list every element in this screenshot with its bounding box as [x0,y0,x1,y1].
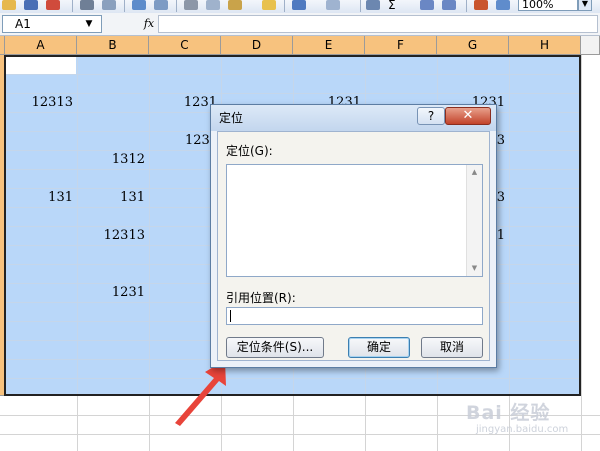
chevron-down-icon[interactable]: ▼ [578,0,592,11]
insert-function-icon[interactable]: fx [140,15,158,33]
watermark: Bai 经验 jingyan.baidu.com [466,398,596,448]
open-icon[interactable] [2,0,16,10]
listbox-scrollbar[interactable]: ▲ ▼ [466,165,482,276]
research-icon[interactable] [154,0,168,10]
column-header-c[interactable]: C [149,36,221,55]
cut-icon[interactable] [184,0,198,10]
drawing-icon[interactable] [496,0,510,10]
grid-column-line [365,396,366,451]
toolbar-separator [176,0,177,12]
dialog-titlebar[interactable]: 定位 ? ✕ [211,105,496,131]
grid-column-line [581,55,582,396]
close-button[interactable]: ✕ [445,107,491,125]
sort-ascending-icon[interactable] [420,0,434,10]
reference-input[interactable] [226,307,483,325]
column-header-f[interactable]: F [365,36,437,55]
formula-input[interactable] [158,15,598,33]
special-button[interactable]: 定位条件(S)... [226,337,324,358]
grid-column-line [221,396,222,451]
column-header-d[interactable]: D [221,36,293,55]
watermark-url: jingyan.baidu.com [476,424,569,435]
toolbar-separator [360,0,361,12]
grid-column-line [293,396,294,451]
dialog-title: 定位 [219,111,244,125]
grid-column-line [437,396,438,451]
column-header-i[interactable] [581,36,600,55]
grid-column-line [77,396,78,451]
column-header-e[interactable]: E [293,36,365,55]
text-caret [230,310,231,322]
dialog-body: 定位(G): ▲ ▼ 引用位置(R): 定位条件(S)... 确定 取消 [217,131,490,361]
column-header-a[interactable]: A [5,36,77,55]
toolbar-separator [124,0,125,12]
column-header-h[interactable]: H [509,36,581,55]
toolbar-separator [284,0,285,12]
column-header-b[interactable]: B [77,36,149,55]
toolbar-separator [72,0,73,12]
hyperlink-icon[interactable] [366,0,380,10]
grid-column-line [149,396,150,451]
toolbar-separator [466,0,467,12]
zoom-combobox[interactable]: 100% [518,0,578,11]
undo-icon[interactable] [292,0,306,10]
column-header-g[interactable]: G [437,36,509,55]
standard-toolbar: Σ 100% ▼ [0,0,600,14]
autosum-icon[interactable]: Σ [388,0,402,11]
permission-icon[interactable] [46,0,60,10]
spelling-icon[interactable] [132,0,146,10]
redo-icon[interactable] [326,0,340,10]
name-box-dropdown-icon[interactable]: ▼ [78,16,100,32]
help-button[interactable]: ? [417,107,445,125]
formula-bar: A1 ▼ fx [0,13,600,36]
watermark-brand: Bai 经验 [466,402,551,424]
save-icon[interactable] [24,0,38,10]
paste-icon[interactable] [228,0,242,10]
print-icon[interactable] [80,0,94,10]
goto-listbox[interactable]: ▲ ▼ [226,164,483,277]
ok-button[interactable]: 确定 [348,337,410,358]
cancel-button[interactable]: 取消 [421,337,483,358]
goto-label: 定位(G): [226,144,273,158]
scroll-up-icon[interactable]: ▲ [467,165,482,180]
copy-icon[interactable] [206,0,220,10]
goto-dialog: 定位 ? ✕ 定位(G): ▲ ▼ 引用位置(R): 定位条件(S)... 确定… [210,104,497,368]
scroll-down-icon[interactable]: ▼ [467,261,482,276]
print-preview-icon[interactable] [102,0,116,10]
chart-wizard-icon[interactable] [474,0,488,10]
reference-label: 引用位置(R): [226,291,296,305]
format-painter-icon[interactable] [262,0,276,10]
sort-descending-icon[interactable] [442,0,456,10]
